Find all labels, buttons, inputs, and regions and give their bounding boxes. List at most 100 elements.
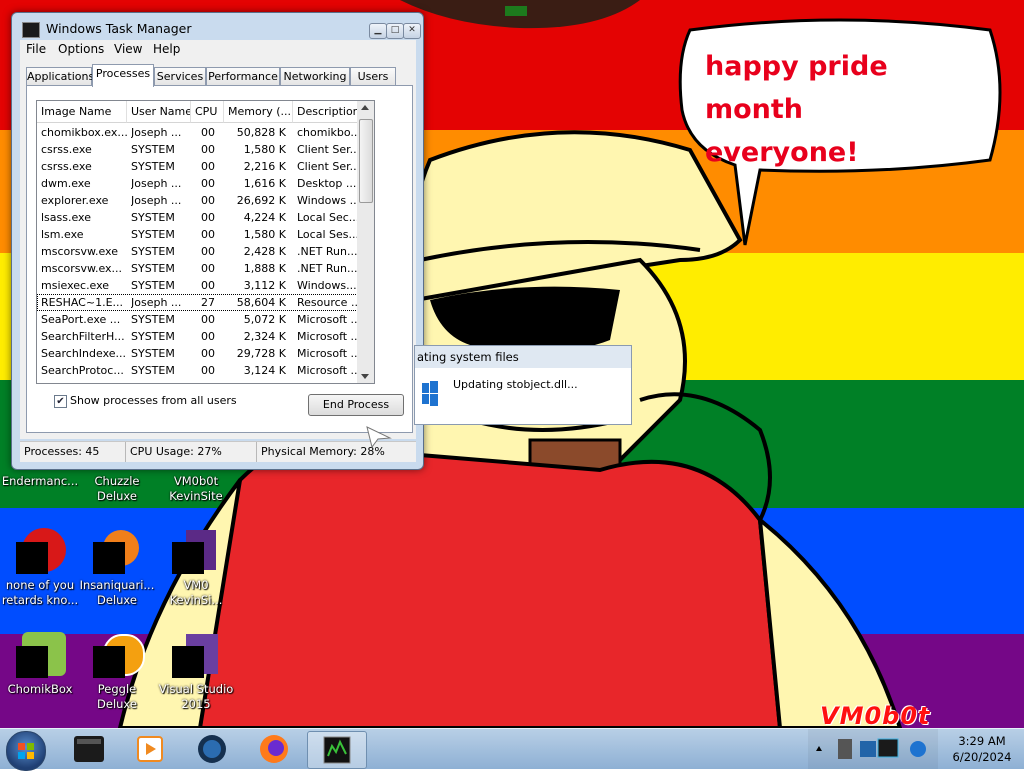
- process-row[interactable]: SeaPort.exe ... SYSTEM 00 5,072 K Microsoft …: [37, 311, 374, 328]
- cell-memory: 58,604 K: [236, 296, 286, 309]
- cell-image-name: chomikbox.ex...: [41, 126, 127, 139]
- process-row[interactable]: csrss.exe SYSTEM 00 2,216 K Client Ser...: [37, 158, 374, 175]
- process-row[interactable]: SearchIndexe... SYSTEM 00 29,728 K Microsoft…: [37, 345, 374, 362]
- taskbar-terminal[interactable]: [60, 731, 118, 767]
- desktop-icon-vm0bot-kevinsite[interactable]: VM0b0t KevinSite: [156, 474, 236, 504]
- cell-image-name: explorer.exe: [41, 194, 109, 207]
- tab-services[interactable]: Services: [154, 67, 206, 86]
- chomikbox-icon: [16, 632, 66, 680]
- cell-user-name: SYSTEM: [131, 347, 175, 360]
- process-row[interactable]: lsass.exe SYSTEM 00 4,224 K Local Sec...: [37, 209, 374, 226]
- desktop-icon-visual-studio[interactable]: Visual Studio 2015: [156, 632, 236, 712]
- process-row[interactable]: explorer.exe Joseph ... 00 26,692 K Windows …: [37, 192, 374, 209]
- minimize-button[interactable]: ▁: [369, 23, 387, 39]
- app-globe-icon: [198, 735, 226, 763]
- process-row[interactable]: msiexec.exe SYSTEM 00 3,112 K Windows...: [37, 277, 374, 294]
- opera-icon: [16, 528, 66, 576]
- cell-memory: 1,580 K: [243, 228, 286, 241]
- cell-image-name: lsass.exe: [41, 211, 91, 224]
- column-header-cpu[interactable]: CPU: [191, 101, 224, 123]
- dialog-body: Updating stobject.dll...: [415, 368, 631, 424]
- process-row[interactable]: SearchProtoc... SYSTEM 00 3,124 K Microsoft …: [37, 362, 374, 379]
- desktop-icon-chomikbox[interactable]: ChomikBox: [0, 632, 80, 697]
- title-bar[interactable]: Windows Task Manager ▁ □ ✕: [18, 17, 421, 39]
- taskbar-task-manager[interactable]: [307, 731, 367, 769]
- tab-processes[interactable]: Processes: [92, 64, 154, 87]
- cell-cpu: 00: [201, 364, 215, 377]
- cell-cpu: 00: [201, 177, 215, 190]
- process-list[interactable]: Image Name User Name CPU Memory (... Des…: [36, 100, 375, 384]
- process-row[interactable]: chomikbox.ex... Joseph ... 00 50,828 Kchomi…: [37, 124, 374, 141]
- process-row[interactable]: mscorsvw.exe SYSTEM 00 2,428 K .NET Run...: [37, 243, 374, 260]
- show-all-users-checkbox[interactable]: ✔: [54, 395, 67, 408]
- speech-bubble-text: happy pride month everyone!: [705, 45, 985, 174]
- column-header-memory[interactable]: Memory (...: [224, 101, 293, 123]
- column-header-image-name[interactable]: Image Name: [37, 101, 127, 123]
- scroll-down-arrow-icon[interactable]: [361, 374, 369, 379]
- menu-bar: File Options View Help: [20, 40, 416, 58]
- peggle-icon: [93, 632, 145, 680]
- process-row[interactable]: dwm.exe Joseph ... 00 1,616 K Desktop ...: [37, 175, 374, 192]
- cell-cpu: 00: [201, 262, 215, 275]
- cell-image-name: SearchProtoc...: [41, 364, 124, 377]
- cell-user-name: SYSTEM: [131, 245, 175, 258]
- menu-options[interactable]: Options: [58, 42, 104, 56]
- cell-user-name: Joseph ...: [131, 126, 182, 139]
- close-button[interactable]: ✕: [403, 23, 421, 39]
- desktop-icon-vm0-kevinsite[interactable]: VM0 KevinSi...: [156, 528, 236, 608]
- end-process-button[interactable]: End Process: [308, 394, 404, 416]
- menu-view[interactable]: View: [114, 42, 142, 56]
- desktop-icon-endermanch[interactable]: Endermanc...: [0, 474, 80, 489]
- cell-cpu: 00: [201, 245, 215, 258]
- tab-users[interactable]: Users: [350, 67, 396, 86]
- cell-memory: 2,428 K: [243, 245, 286, 258]
- column-header-user-name[interactable]: User Name: [127, 101, 191, 123]
- start-button[interactable]: [6, 731, 46, 771]
- cell-memory: 3,124 K: [243, 364, 286, 377]
- scroll-thumb[interactable]: [359, 119, 373, 203]
- maximize-button[interactable]: □: [386, 23, 404, 39]
- scroll-up-arrow-icon[interactable]: [361, 105, 369, 110]
- tab-networking[interactable]: Networking: [280, 67, 350, 86]
- task-manager-window[interactable]: Windows Task Manager ▁ □ ✕ File Options …: [11, 12, 424, 470]
- process-row[interactable]: lsm.exe SYSTEM 00 1,580 K Local Ses...: [37, 226, 374, 243]
- desktop-icon-peggle[interactable]: Peggle Deluxe: [77, 632, 157, 712]
- tab-performance[interactable]: Performance: [206, 67, 280, 86]
- process-row[interactable]: RESHAC~1.E... Joseph ... 27 58,604 K Resourc…: [37, 294, 374, 311]
- desktop-icon-label: Visual Studio 2015: [158, 682, 234, 711]
- cell-cpu: 00: [201, 228, 215, 241]
- process-row[interactable]: mscorsvw.ex... SYSTEM 00 1,888 K .NET Run...: [37, 260, 374, 277]
- process-row[interactable]: csrss.exe SYSTEM 00 1,580 K Client Ser...: [37, 141, 374, 158]
- desktop-icon-label: VM0 KevinSi...: [169, 578, 223, 607]
- network-icon: [860, 741, 876, 757]
- taskbar-firefox[interactable]: [245, 731, 303, 767]
- menu-help[interactable]: Help: [153, 42, 180, 56]
- cell-cpu: 00: [201, 330, 215, 343]
- desktop-icon-label: Peggle Deluxe: [97, 682, 137, 711]
- clock-date: 6/20/2024: [952, 750, 1012, 764]
- desktop-icon-chuzzle[interactable]: Chuzzle Deluxe: [77, 474, 157, 504]
- desktop-icon-label: ChomikBox: [7, 682, 73, 696]
- show-all-users-label[interactable]: Show processes from all users: [70, 394, 237, 407]
- windows-logo-icon: [422, 381, 438, 406]
- process-list-scrollbar[interactable]: [357, 100, 375, 384]
- cell-user-name: SYSTEM: [131, 262, 175, 275]
- cell-memory: 5,072 K: [243, 313, 286, 326]
- window-title: Windows Task Manager: [46, 21, 192, 36]
- taskbar-globe-app[interactable]: [183, 731, 241, 767]
- menu-file[interactable]: File: [26, 42, 46, 56]
- process-row[interactable]: SearchFilterH... SYSTEM 00 2,324 K Microsoft…: [37, 328, 374, 345]
- tab-applications[interactable]: Applications: [26, 67, 94, 86]
- cell-user-name: SYSTEM: [131, 160, 175, 173]
- system-clock[interactable]: 3:29 AM 6/20/2024: [942, 733, 1022, 765]
- cell-image-name: mscorsvw.exe: [41, 245, 118, 258]
- cell-image-name: SeaPort.exe ...: [41, 313, 121, 326]
- cell-memory: 4,224 K: [243, 211, 286, 224]
- desktop-icon-opera[interactable]: none of you retards kno...: [0, 528, 80, 608]
- device-icon: [838, 739, 852, 759]
- updating-system-files-dialog[interactable]: ating system files Updating stobject.dll…: [414, 345, 632, 425]
- taskbar-media-player[interactable]: [120, 731, 178, 767]
- cell-cpu: 27: [201, 296, 215, 309]
- desktop-icon-insaniquarium[interactable]: Insaniquari... Deluxe: [77, 528, 157, 608]
- mouse-cursor-icon: [366, 426, 392, 448]
